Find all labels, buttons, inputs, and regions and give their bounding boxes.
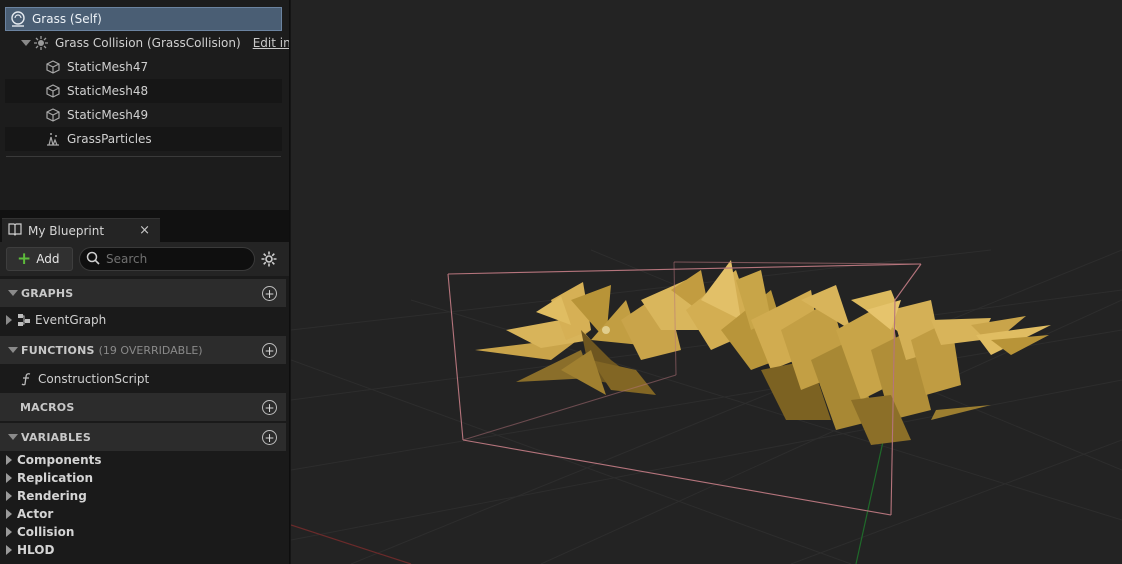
add-macro-plus-icon[interactable]: +: [262, 400, 277, 415]
component-label: StaticMesh47: [67, 60, 149, 74]
particle-system-icon: [45, 131, 61, 147]
variable-category-components[interactable]: Components: [0, 451, 286, 469]
section-macros[interactable]: MACROS +: [0, 393, 286, 421]
book-icon: [8, 222, 22, 239]
variable-category-label: Replication: [17, 471, 94, 485]
my-blueprint-panel: + Add GRAPHS + EventGraph: [0, 242, 289, 564]
search-icon: [86, 251, 100, 268]
component-row-grass-collision[interactable]: Grass Collision (GrassCollision) Edit in: [5, 31, 289, 55]
component-label: Grass (Self): [32, 12, 102, 26]
static-mesh-icon: [45, 59, 61, 75]
search-input[interactable]: [106, 252, 246, 266]
component-row-grass-self[interactable]: Grass (Self): [5, 7, 282, 31]
section-title: GRAPHS: [21, 286, 74, 300]
variable-category-label: Collision: [17, 525, 75, 539]
expand-caret-icon[interactable]: [6, 473, 12, 483]
component-row-staticmesh47[interactable]: StaticMesh47: [5, 55, 282, 79]
collapse-caret-icon: [8, 290, 18, 296]
collapse-caret-icon: [8, 347, 18, 353]
graph-label: EventGraph: [35, 313, 107, 327]
my-blueprint-toolbar: + Add: [0, 242, 289, 276]
tab-my-blueprint[interactable]: My Blueprint ×: [2, 218, 160, 242]
variable-category-rendering[interactable]: Rendering: [0, 487, 286, 505]
add-button[interactable]: + Add: [6, 247, 73, 271]
add-graph-plus-icon[interactable]: +: [262, 286, 277, 301]
function-item-constructionscript[interactable]: ConstructionScript: [0, 368, 286, 390]
tab-label: My Blueprint: [28, 223, 105, 238]
variable-category-label: Components: [17, 453, 102, 467]
section-functions[interactable]: FUNCTIONS (19 OVERRIDABLE) +: [0, 336, 286, 364]
section-variables[interactable]: VARIABLES +: [0, 423, 286, 451]
variable-category-label: HLOD: [17, 543, 55, 557]
viewport-scene: [291, 249, 1122, 564]
function-label: ConstructionScript: [38, 372, 150, 386]
expand-caret-icon[interactable]: [6, 491, 12, 501]
section-title: VARIABLES: [21, 430, 91, 444]
variable-category-replication[interactable]: Replication: [0, 469, 286, 487]
expand-caret-icon[interactable]: [6, 315, 12, 325]
section-title: MACROS: [20, 400, 75, 414]
actor-self-icon: [10, 11, 26, 27]
collapse-caret-icon: [8, 434, 18, 440]
x-axis-line: [291, 524, 412, 564]
variable-category-collision[interactable]: Collision: [0, 523, 286, 541]
static-mesh-icon: [45, 107, 61, 123]
function-icon: [20, 372, 34, 386]
edit-in-link[interactable]: Edit in: [253, 36, 289, 50]
components-tree: Grass (Self) Grass Collision (GrassColli…: [0, 0, 289, 210]
grass-mesh: [475, 260, 1051, 445]
plus-icon: +: [17, 248, 32, 269]
expand-caret-icon[interactable]: [6, 455, 12, 465]
variable-category-label: Actor: [17, 507, 54, 521]
add-button-label: Add: [36, 252, 60, 266]
variable-category-label: Rendering: [17, 489, 87, 503]
expand-caret-icon[interactable]: [6, 527, 12, 537]
component-label: StaticMesh48: [67, 84, 149, 98]
search-box[interactable]: [79, 247, 255, 271]
expand-caret-icon[interactable]: [6, 545, 12, 555]
section-subtitle: (19 OVERRIDABLE): [98, 343, 203, 357]
variable-category-actor[interactable]: Actor: [0, 505, 286, 523]
section-title: FUNCTIONS: [21, 343, 95, 357]
expand-caret-icon[interactable]: [6, 509, 12, 519]
add-variable-plus-icon[interactable]: +: [262, 430, 277, 445]
add-function-plus-icon[interactable]: +: [262, 343, 277, 358]
expand-caret-icon[interactable]: [21, 40, 31, 46]
static-mesh-icon: [45, 83, 61, 99]
component-label: GrassParticles: [67, 132, 152, 146]
gear-icon[interactable]: [260, 250, 278, 268]
variable-category-hlod[interactable]: HLOD: [0, 541, 286, 559]
component-label: StaticMesh49: [67, 108, 149, 122]
component-row-grassparticles[interactable]: GrassParticles: [5, 127, 282, 151]
event-graph-icon: [17, 313, 31, 327]
component-row-staticmesh49[interactable]: StaticMesh49: [5, 103, 282, 127]
section-graphs[interactable]: GRAPHS +: [0, 279, 286, 307]
viewport-3d[interactable]: [291, 0, 1122, 564]
collision-component-icon: [33, 35, 49, 51]
left-panel: Grass (Self) Grass Collision (GrassColli…: [0, 0, 290, 564]
component-label: Grass Collision (GrassCollision): [55, 36, 241, 50]
tree-divider: [6, 156, 281, 157]
graph-item-eventgraph[interactable]: EventGraph: [0, 309, 286, 331]
my-blueprint-tabbar: My Blueprint ×: [0, 216, 289, 242]
close-icon[interactable]: ×: [139, 223, 150, 238]
component-row-staticmesh48[interactable]: StaticMesh48: [5, 79, 282, 103]
